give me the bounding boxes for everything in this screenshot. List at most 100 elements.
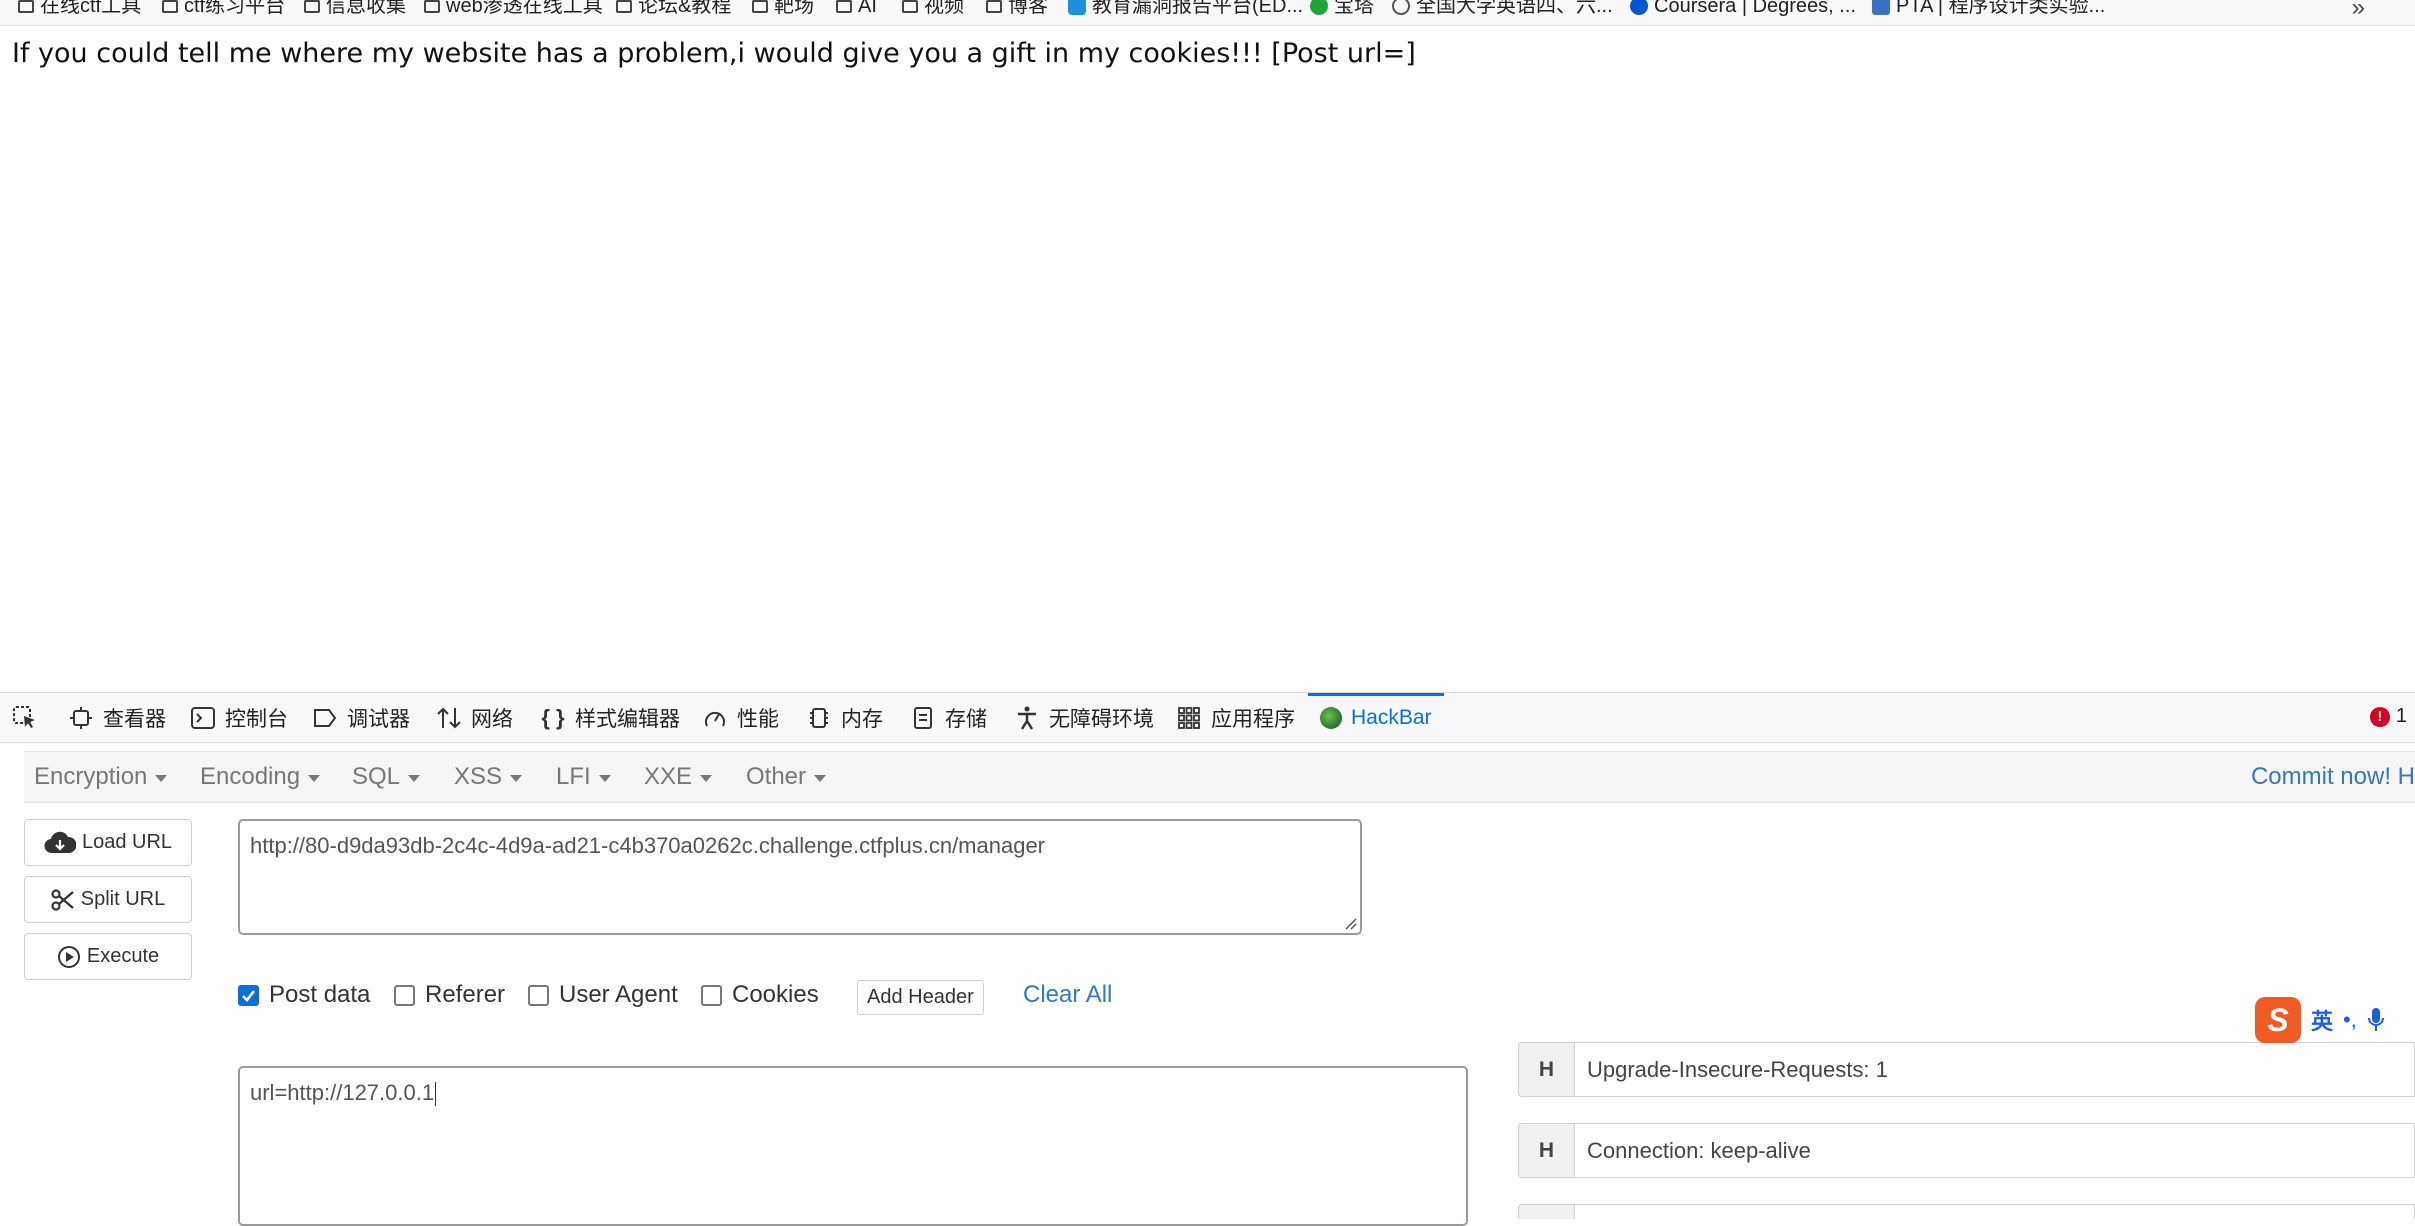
tab-memory[interactable]: 内存 (806, 693, 883, 742)
folder-icon (18, 0, 34, 13)
tab-storage[interactable]: 存储 (910, 693, 987, 742)
header-value-field[interactable] (1574, 1204, 2415, 1219)
bookmark-item[interactable]: AI (836, 0, 877, 19)
header-row (1518, 1204, 2415, 1219)
referer-checkbox[interactable] (394, 984, 415, 1006)
network-icon (436, 705, 462, 731)
microphone-icon[interactable] (2367, 1007, 2385, 1033)
menu-xss[interactable]: XSS (454, 752, 523, 802)
add-header-button[interactable]: Add Header (857, 980, 984, 1015)
play-circle-icon (57, 945, 80, 968)
bookmark-item[interactable]: 宝塔 (1310, 0, 1374, 19)
checkmark-icon (242, 989, 256, 1002)
bookmark-item[interactable]: 教育漏洞报告平台(ED... (1068, 0, 1303, 19)
load-url-button[interactable]: Load URL (24, 819, 192, 866)
ime-toolbar[interactable]: S 英 •, (2255, 995, 2415, 1045)
caret-down-icon (510, 775, 523, 782)
header-value-field[interactable]: Upgrade-Insecure-Requests: 1 (1574, 1042, 2415, 1097)
caret-down-icon (598, 775, 611, 782)
text-cursor (435, 1082, 437, 1107)
bookmark-item[interactable]: web渗透在线工具 (424, 0, 603, 19)
header-toggle-button[interactable]: H (1518, 1042, 1574, 1097)
sogou-logo-icon: S (2255, 997, 2301, 1043)
menu-xxe[interactable]: XXE (644, 752, 713, 802)
post-data-checkbox[interactable] (238, 984, 259, 1006)
bookmark-item[interactable]: 在线ctf工具 (18, 0, 141, 19)
bookmark-item[interactable]: 论坛&教程 (616, 0, 731, 19)
tab-inspector[interactable]: 查看器 (68, 693, 166, 742)
tab-style-editor[interactable]: { } 样式编辑器 (540, 693, 680, 742)
debugger-icon (312, 705, 338, 731)
caret-down-icon (814, 775, 827, 782)
bookmark-item[interactable]: 信息收集 (304, 0, 406, 19)
caret-down-icon (408, 775, 421, 782)
tab-accessibility[interactable]: 无障碍环境 (1014, 693, 1154, 742)
error-count-badge[interactable]: ! 1 (2369, 705, 2407, 728)
commit-now-link[interactable]: Commit now! H (2251, 752, 2415, 802)
caret-down-icon (308, 775, 321, 782)
tab-performance[interactable]: 性能 (702, 693, 779, 742)
folder-icon (616, 0, 632, 13)
user-agent-checkbox[interactable] (528, 984, 549, 1006)
url-textarea[interactable]: http://80-d9da93db-2c4c-4d9a-ad21-c4b370… (238, 819, 1362, 935)
user-agent-option[interactable]: User Agent (528, 981, 678, 1009)
post-data-option[interactable]: Post data (238, 981, 370, 1009)
bookmark-item[interactable]: PTA | 程序设计类实验... (1872, 0, 2105, 19)
tab-network[interactable]: 网络 (436, 693, 513, 742)
menu-encryption[interactable]: Encryption (34, 752, 168, 802)
punctuation-icon[interactable]: •, (2343, 1007, 2357, 1033)
tab-debugger[interactable]: 调试器 (312, 693, 410, 742)
url-value: http://80-d9da93db-2c4c-4d9a-ad21-c4b370… (250, 833, 1046, 858)
folder-icon (986, 0, 1002, 13)
bt-icon (1310, 0, 1328, 15)
caret-down-icon (700, 775, 713, 782)
header-toggle-button[interactable]: H (1518, 1123, 1574, 1178)
style-editor-icon: { } (541, 704, 565, 730)
menu-other[interactable]: Other (746, 752, 827, 802)
ime-mode[interactable]: 英 (2311, 1004, 2333, 1036)
element-picker-icon (12, 705, 38, 731)
caret-down-icon (155, 775, 168, 782)
clear-all-link[interactable]: Clear All (1023, 981, 1112, 1009)
folder-icon (162, 0, 178, 13)
tab-hackbar[interactable]: HackBar (1308, 693, 1444, 742)
tab-console[interactable]: 控制台 (190, 693, 288, 742)
chevron-double-right-icon[interactable]: » (2352, 0, 2365, 22)
folder-icon (836, 0, 852, 13)
header-value-field[interactable]: Connection: keep-alive (1574, 1123, 2415, 1178)
execute-button[interactable]: Execute (24, 933, 192, 980)
split-url-button[interactable]: Split URL (24, 876, 192, 923)
bookmark-item[interactable]: 博客 (986, 0, 1048, 19)
folder-icon (752, 0, 768, 13)
inspector-icon (68, 705, 94, 731)
element-picker-button[interactable] (12, 693, 38, 742)
performance-icon (702, 705, 728, 731)
cookies-checkbox[interactable] (701, 984, 722, 1006)
tab-application[interactable]: 应用程序 (1176, 693, 1295, 742)
resize-handle-icon[interactable] (1341, 914, 1357, 930)
hackbar-menu: Encryption Encoding SQL XSS LFI XXE Othe… (24, 751, 2415, 803)
page-message: If you could tell me where my website ha… (12, 38, 1416, 69)
post-data-value: url=http://127.0.0.1 (250, 1080, 435, 1105)
menu-sql[interactable]: SQL (352, 752, 421, 802)
coursera-icon (1630, 0, 1648, 15)
memory-icon (806, 705, 832, 731)
bookmark-item[interactable]: 全国大学英语四、六... (1392, 0, 1613, 19)
accessibility-icon (1014, 705, 1040, 731)
edu-bird-icon (1068, 0, 1086, 15)
bookmark-item[interactable]: ctf练习平台 (162, 0, 285, 19)
menu-lfi[interactable]: LFI (556, 752, 611, 802)
bookmark-item[interactable]: Coursera | Degrees, ... (1630, 0, 1856, 19)
post-data-textarea[interactable]: url=http://127.0.0.1 (238, 1066, 1468, 1226)
devtools-tab-bar: 查看器 控制台 调试器 网络 { } 样式编辑器 性能 内存 存储 无障碍环境 … (0, 693, 2415, 743)
application-icon (1176, 705, 1202, 731)
bookmark-item[interactable]: 视频 (902, 0, 964, 19)
menu-encoding[interactable]: Encoding (200, 752, 321, 802)
pta-icon (1872, 0, 1890, 15)
bookmark-item[interactable]: 靶场 (752, 0, 814, 19)
error-icon: ! (2369, 706, 2390, 727)
header-toggle-button[interactable] (1518, 1204, 1574, 1219)
cookies-option[interactable]: Cookies (701, 981, 819, 1009)
referer-option[interactable]: Referer (394, 981, 505, 1009)
console-icon (190, 705, 216, 731)
